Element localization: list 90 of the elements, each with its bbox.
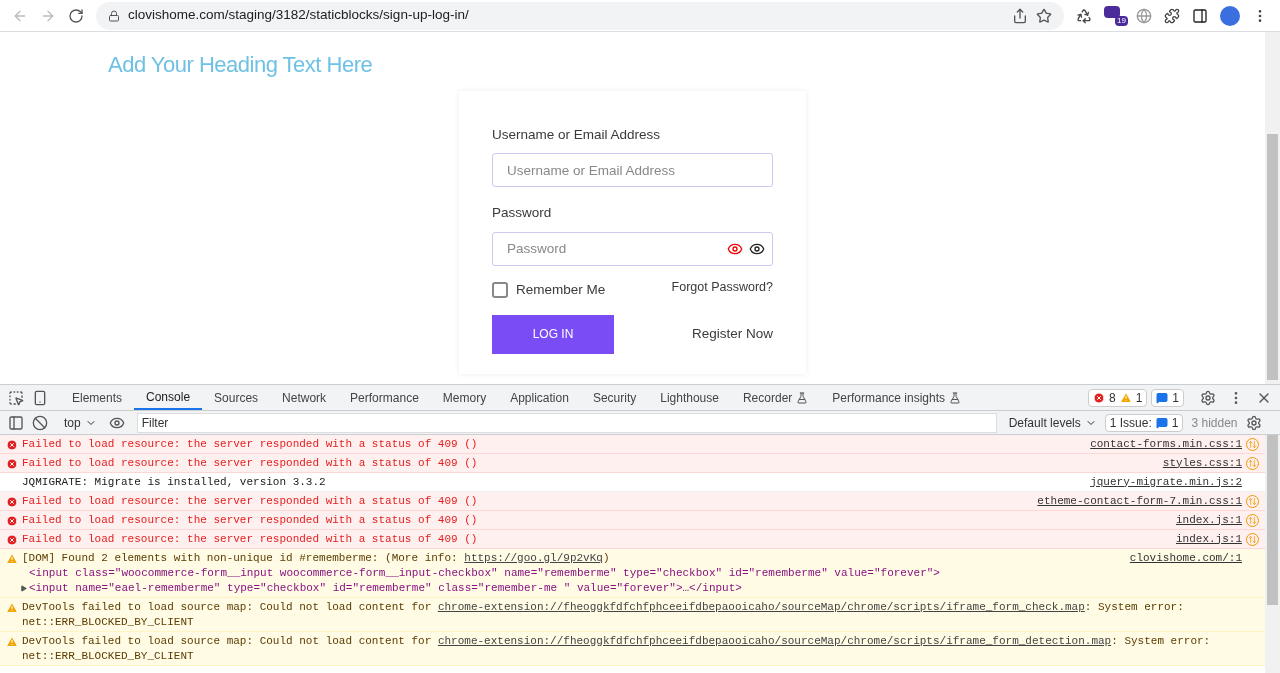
side-panel-icon[interactable] (1192, 7, 1208, 24)
levels-dropdown[interactable]: Default levels (1008, 413, 1097, 432)
flask-icon (796, 391, 809, 404)
source-link[interactable]: index.js:1 (1176, 531, 1242, 547)
reload-icon[interactable] (68, 7, 84, 24)
message-text: DevTools failed to load source map: Could not load content for chrome-extension://fheoggkfdfchfphceeifdbepaooicaho/sourceMap/chrome/scripts/iframe_form_check.map: System error: (22, 599, 1184, 615)
settings-icon[interactable] (1245, 414, 1262, 431)
devtools-tab[interactable]: Elements (60, 385, 135, 410)
code-line[interactable]: <input class="woocommerce-form__input woocommerce-form__input-checkbox" name="rememberme" type="checkbox" id="rememberme" value="forever"> (20, 565, 940, 581)
warning-icon (6, 552, 18, 565)
message-text: Failed to load resource: the server responded with a status of 409 () (22, 512, 478, 528)
devtools-tab[interactable]: Recorder (730, 385, 821, 410)
error-icon (6, 495, 18, 508)
source-link[interactable]: etheme-contact-form-7.min.css:1 (1037, 493, 1242, 509)
issue-counter[interactable]: 1 (1151, 388, 1184, 407)
extension-badge: 19 (1115, 15, 1128, 26)
remember-checkbox[interactable] (492, 281, 508, 298)
error-icon (6, 457, 18, 470)
device-icon[interactable] (32, 389, 48, 406)
scrollbar-thumb[interactable] (1267, 134, 1278, 380)
message-text: Failed to load resource: the server responded with a status of 409 () (22, 493, 478, 509)
source-link[interactable]: index.js:1 (1176, 512, 1242, 528)
warning-icon (6, 601, 18, 614)
globe-icon[interactable] (1136, 7, 1152, 24)
message-link[interactable]: chrome-extension://fheoggkfdfchfphceeifdbepaooicaho/sourceMap/chrome/scripts/iframe_form_check.map (437, 600, 1085, 613)
star-icon[interactable] (1036, 7, 1052, 24)
error-icon (6, 533, 18, 546)
password-field[interactable]: Password (492, 231, 773, 266)
clear-icon[interactable] (32, 414, 48, 431)
extensions-icon[interactable] (1164, 7, 1180, 24)
warning-icon (1119, 391, 1132, 404)
expand-icon[interactable] (20, 584, 27, 592)
page-scrollbar[interactable] (1265, 32, 1280, 384)
devtools-tab[interactable]: Security (580, 385, 649, 410)
message-text: net::ERR_BLOCKED_BY_CLIENT (22, 648, 195, 664)
message-link[interactable]: https://goo.gl/9p2vKq (464, 551, 603, 564)
error-warning-counter[interactable]: 8 1 (1087, 388, 1148, 407)
error-icon (1092, 391, 1105, 404)
profile-avatar[interactable] (1220, 5, 1240, 26)
settings-icon[interactable] (1200, 389, 1216, 406)
forgot-password-link[interactable]: Forgot Password? (671, 278, 773, 297)
sidebar-toggle-icon[interactable] (8, 414, 24, 431)
message-text: JQMIGRATE: Migrate is installed, version 3.3.2 (22, 474, 326, 490)
source-link[interactable]: styles.css:1 (1162, 455, 1242, 471)
field-label: Username or Email Address (492, 126, 662, 144)
error-icon (6, 514, 18, 527)
inspect-icon[interactable] (8, 389, 24, 406)
address-bar[interactable]: clovishome.com/staging/3182/staticblocks/sign-up-log-in/ (96, 1, 1064, 30)
console-scrollbar[interactable] (1265, 435, 1280, 673)
recycle-icon[interactable] (1076, 7, 1092, 24)
url-text: clovishome.com/staging/3182/staticblocks/sign-up-log-in/ (128, 6, 470, 25)
message-text: [DOM] Found 2 elements with non-unique id #rememberme: (More info: https://goo.gl/9p2vKq) (22, 550, 610, 566)
flask-icon (949, 391, 962, 404)
message-text: Failed to load resource: the server responded with a status of 409 () (22, 531, 478, 547)
message-text: net::ERR_BLOCKED_BY_CLIENT (22, 614, 195, 630)
message-text: Failed to load resource: the server responded with a status of 409 () (22, 455, 478, 471)
username-field[interactable]: Username or Email Address (492, 153, 773, 188)
register-link[interactable]: Register Now (691, 324, 773, 345)
warning-count: 1 (1135, 389, 1143, 407)
warning-icon (6, 635, 18, 648)
source-link[interactable]: clovishome.com/:1 (1129, 550, 1242, 566)
error-count: 8 (1108, 389, 1116, 407)
issues-button[interactable]: 1 Issue: 1 (1104, 413, 1184, 432)
login-button[interactable]: LOG IN (492, 314, 614, 354)
message-text: Failed to load resource: the server responded with a status of 409 () (22, 436, 478, 452)
devtools-tab[interactable]: Memory (430, 385, 499, 410)
field-label: Password (492, 204, 553, 223)
devtools-tab[interactable]: Performance insights (820, 385, 974, 410)
error-icon (6, 438, 18, 451)
page-heading: Add Your Heading Text Here (108, 51, 373, 79)
devtools-tab[interactable]: Lighthouse (648, 385, 731, 410)
source-link[interactable]: contact-forms.min.css:1 (1090, 436, 1242, 452)
scrollbar-thumb[interactable] (1267, 435, 1278, 605)
context-dropdown[interactable]: top (64, 413, 97, 432)
share-icon[interactable] (1012, 7, 1028, 24)
hidden-count: 3 hidden (1191, 414, 1238, 432)
devtools-tab[interactable]: Network (270, 385, 339, 410)
filter-field[interactable]: Filter (136, 412, 997, 433)
devtools-tab[interactable]: Application (498, 385, 581, 410)
remember-label: Remember Me (516, 280, 606, 299)
issue-count: 1 (1172, 389, 1179, 407)
devtools-tab[interactable]: Sources (202, 385, 271, 410)
source-link[interactable]: jquery-migrate.min.js:2 (1090, 474, 1242, 490)
devtools-tab[interactable]: Performance (338, 385, 431, 410)
message-link[interactable]: chrome-extension://fheoggkfdfchfphceeifdbepaooicaho/sourceMap/chrome/scripts/iframe_form_detection.map (437, 634, 1112, 647)
code-line[interactable]: <input name="eael-rememberme" type="checkbox" id="rememberme" class="remember-me " value="forever">…</input> (20, 580, 742, 596)
message-text: DevTools failed to load source map: Could not load content for chrome-extension://fheoggkfdfchfphceeifdbepaooicaho/sourceMap/chrome/scripts/iframe_form_detection.map: System error: (22, 633, 1211, 649)
lock-icon (108, 9, 120, 22)
issue-icon (1155, 416, 1168, 429)
issue-icon (1156, 391, 1169, 404)
